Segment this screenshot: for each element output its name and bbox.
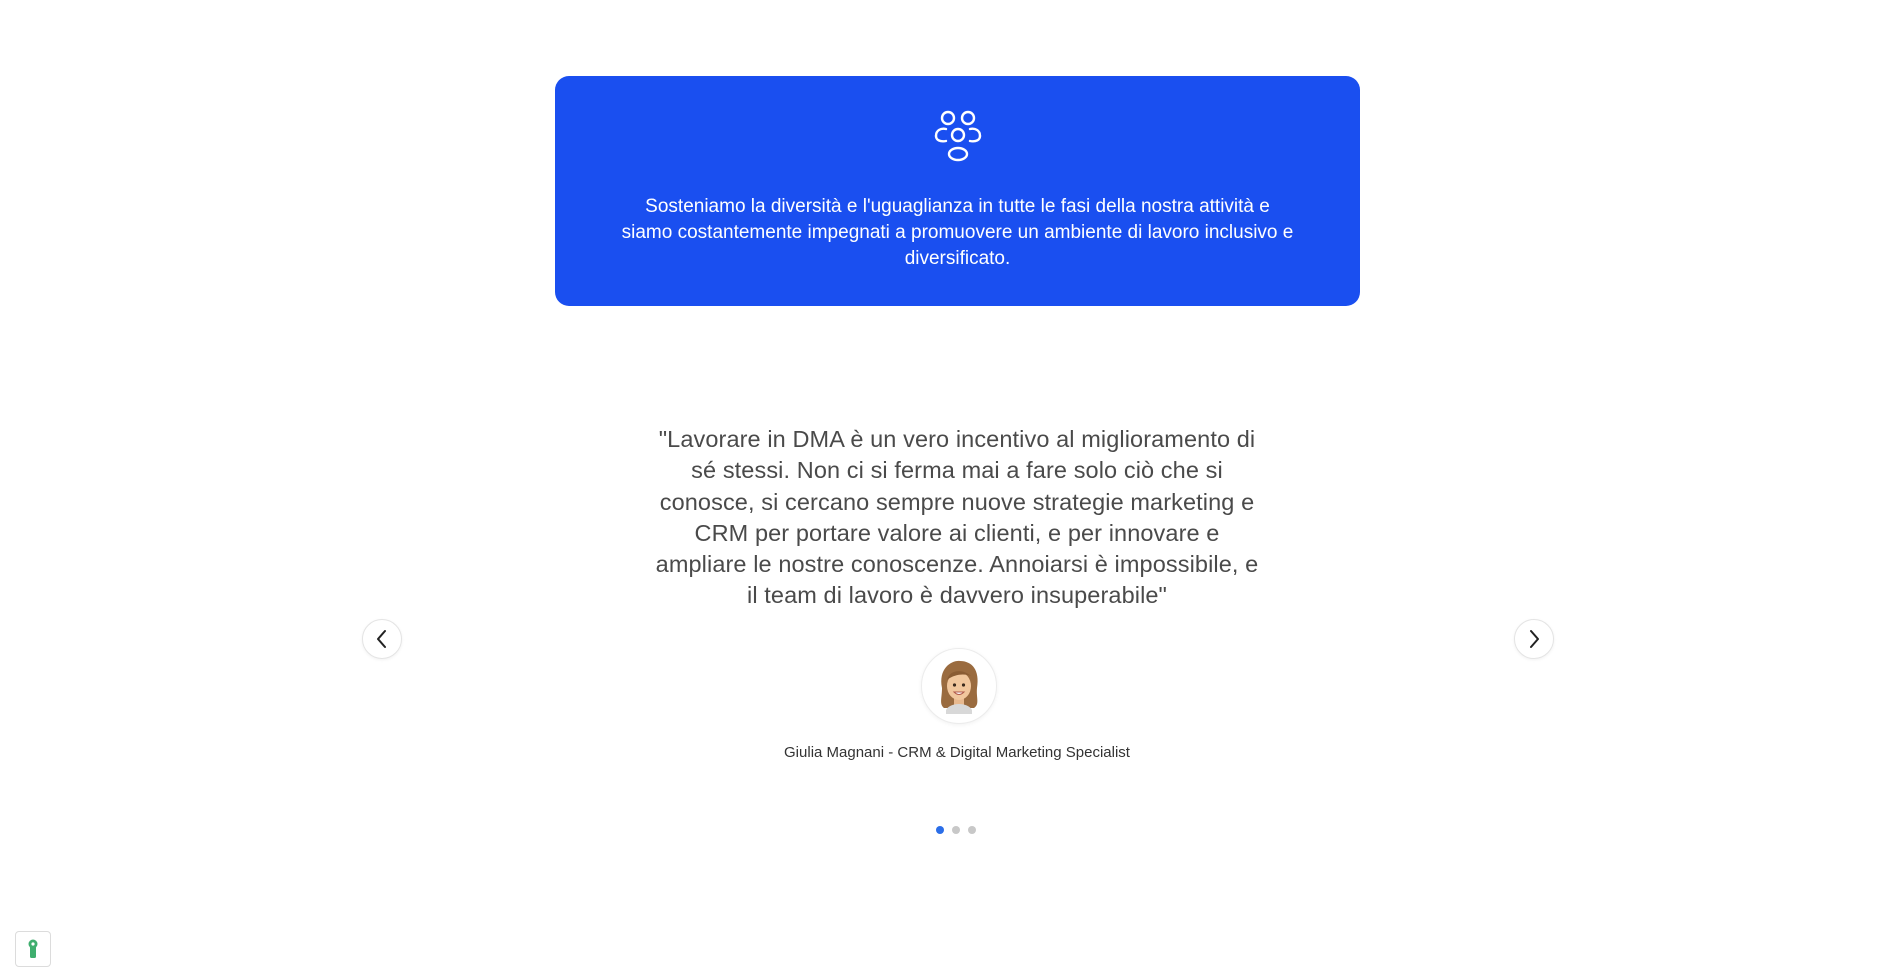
diversity-card: Sosteniamo la diversità e l'uguaglianza … bbox=[555, 76, 1360, 306]
avatar bbox=[921, 648, 997, 724]
carousel-dot-3[interactable] bbox=[968, 826, 976, 834]
testimonial-author: Giulia Magnani - CRM & Digital Marketing… bbox=[784, 744, 1130, 761]
carousel-prev-button[interactable] bbox=[362, 619, 402, 659]
diversity-statement: Sosteniamo la diversità e l'uguaglianza … bbox=[621, 196, 1294, 269]
carousel-pagination bbox=[936, 826, 976, 834]
carousel-dot-2[interactable] bbox=[952, 826, 960, 834]
chevron-left-icon bbox=[377, 630, 386, 648]
testimonial-quote: "Lavorare in DMA è un vero incentivo al … bbox=[655, 426, 1259, 609]
cookie-keyhole-icon bbox=[28, 939, 38, 958]
memoji-avatar-icon bbox=[941, 660, 978, 714]
page: Sosteniamo la diversità e l'uguaglianza … bbox=[0, 0, 1903, 972]
carousel-next-button[interactable] bbox=[1514, 619, 1554, 659]
chevron-right-icon bbox=[1530, 630, 1539, 648]
carousel-dot-1[interactable] bbox=[936, 826, 944, 834]
cookie-settings-button[interactable] bbox=[15, 931, 51, 967]
people-group-icon bbox=[934, 110, 981, 162]
